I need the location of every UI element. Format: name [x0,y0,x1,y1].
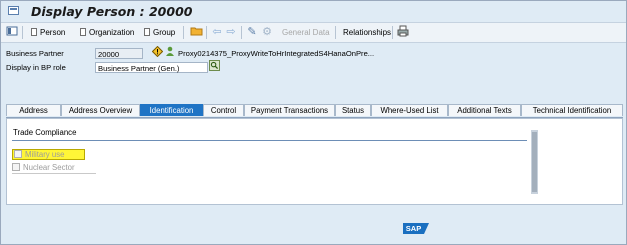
bp-label: Business Partner [6,49,64,58]
menu-icon[interactable] [8,6,19,15]
tab-additional-texts[interactable]: Additional Texts [448,104,521,116]
document-icon [80,28,86,36]
tab-where-used-list[interactable]: Where-Used List [371,104,448,116]
scrollbar-thumb[interactable] [532,132,537,192]
arrow-left-icon[interactable]: ⇦ [210,25,224,39]
application-toolbar: Person Organization Group ⇦ ⇨ ✎ ⚙ Genera… [1,22,626,43]
identification-panel: Trade Compliance Military use Nuclear Se… [6,118,623,205]
checkbox-icon [12,163,20,171]
status-bar: SAP [1,218,626,244]
open-folder-icon[interactable] [189,25,203,39]
person-button[interactable]: Person [31,26,65,39]
tab-control[interactable]: Control [203,104,244,116]
tab-strip: Address Address Overview Identification … [6,103,623,118]
divider [12,173,96,174]
vertical-scrollbar[interactable] [531,130,538,194]
toggle-icon[interactable] [5,25,19,39]
tab-technical-identification[interactable]: Technical Identification [521,104,623,116]
bp-role-dropdown[interactable]: Business Partner (Gen.) [95,62,208,73]
person-icon [164,46,175,60]
tab-address[interactable]: Address [6,104,61,116]
relationships-button[interactable]: Relationships [343,26,391,39]
document-icon [31,28,37,36]
display-change-icon[interactable]: ✎ [245,25,259,39]
title-bar: Display Person : 20000 [1,1,626,21]
bp-description: Proxy0214375_ProxyWriteToHrIntegratedS4H… [178,49,375,58]
document-icon [144,28,150,36]
page-title: Display Person : 20000 [31,4,193,19]
bp-number-field[interactable]: 20000 [95,48,143,59]
search-icon[interactable] [209,60,220,74]
arrow-right-icon[interactable]: ⇨ [224,25,238,39]
print-icon[interactable] [396,25,410,39]
divider [12,140,527,141]
tab-payment-transactions[interactable]: Payment Transactions [244,104,335,116]
organization-button[interactable]: Organization [80,26,134,39]
sap-window: Display Person : 20000 Person Organizati… [0,0,627,245]
checkbox-icon [14,150,22,158]
military-use-checkbox[interactable]: Military use [12,148,86,161]
group-button[interactable]: Group [144,26,175,39]
main-area: Business Partner 20000 Proxy0214375_Prox… [1,43,626,243]
highlight-box: Military use [12,149,86,160]
settings-icon[interactable]: ⚙ [260,25,274,39]
warning-icon [151,45,163,60]
tab-address-overview[interactable]: Address Overview [61,104,140,116]
tab-status[interactable]: Status [335,104,371,116]
sap-logo: SAP [403,223,429,234]
role-label: Display in BP role [6,63,66,72]
tab-identification[interactable]: Identification [140,104,203,116]
general-data-button[interactable]: General Data [282,26,330,39]
trade-compliance-title: Trade Compliance [13,128,77,137]
